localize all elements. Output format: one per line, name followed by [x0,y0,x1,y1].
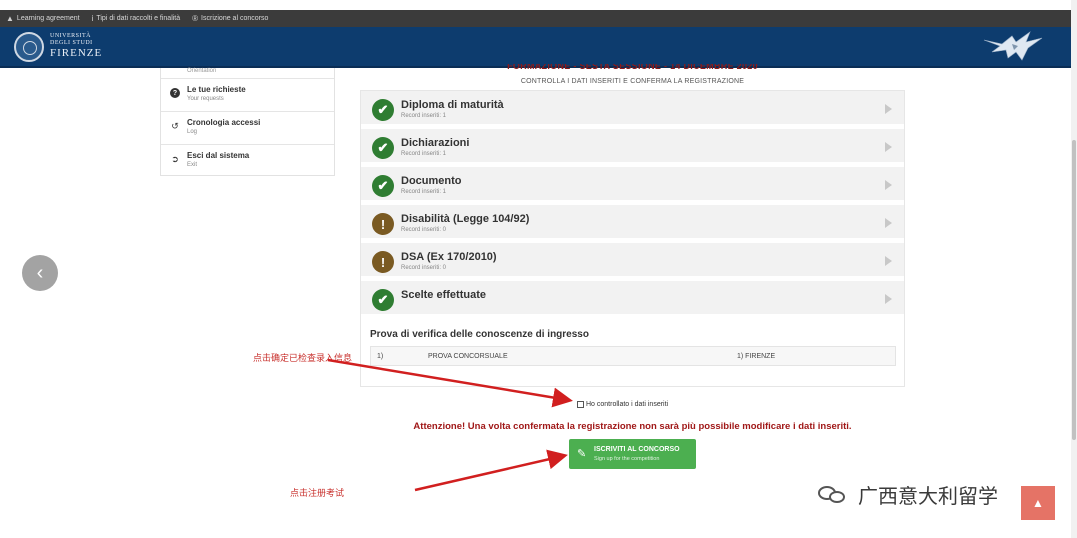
check-icon: ✔ [372,99,394,121]
exam-section-title: Prova di verifica delle conoscenze di in… [370,329,589,340]
page-scrollbar[interactable] [1071,0,1077,538]
caret-right-icon [885,142,892,152]
nav-item-label: Tipi di dati raccolti e finalità [96,15,181,22]
logo-line-3: FIRENZE [50,47,103,59]
nav-item-label: Iscrizione al concorso [201,15,269,22]
carousel-back-button[interactable]: ‹ [22,255,58,291]
annotation-arrow-button [414,449,568,492]
caret-right-icon [885,180,892,190]
sidebar-item-label: Cronologia accessi [187,118,261,127]
sidebar-item-exit[interactable]: ➲ Esci dal sistema Exit [161,145,334,178]
history-icon: ↺ [171,120,179,131]
watermark-text: 广西意大利留学 [858,484,998,508]
question-icon: ? [170,88,180,98]
university-logo-text[interactable]: UNIVERSITÀ DEGLI STUDI FIRENZE [50,33,102,59]
sidebar-item-label: Esci dal sistema [187,151,250,160]
check-icon: ✔ [372,137,394,159]
exclamation-icon: ! [372,213,394,235]
nav-item-registration[interactable]: ® Iscrizione al concorso [192,14,268,23]
section-title: Dichiarazioni [401,137,470,149]
section-choices[interactable]: ✔ Scelte effettuate [361,281,904,316]
sidebar-item-sublabel: Exit [187,162,198,168]
sidebar-item-log[interactable]: ↺ Cronologia accessi Log [161,112,334,145]
annotation-submit-note: 点击注册考试 [290,489,345,499]
button-label: ISCRIVITI AL CONCORSO [594,446,680,453]
annotation-check-note: 点击确定已检查录入信息 [253,354,353,364]
exam-table-row: 1) PROVA CONCORSUALE 1) FIRENZE [370,346,896,366]
caret-right-icon [885,256,892,266]
section-title: Scelte effettuate [401,289,486,301]
sidebar-menu: Orientation ? Le tue richieste Your requ… [160,68,335,176]
section-title: Documento [401,175,462,187]
logo-line-2: DEGLI STUDI [50,40,93,46]
section-title: Diploma di maturità [401,99,504,111]
sidebar-item-requests[interactable]: ? Le tue richieste Your requests [161,79,334,112]
exam-row-number: 1) [377,353,384,360]
sign-out-icon: ➲ [171,153,179,164]
caret-right-icon [885,104,892,114]
caret-right-icon [885,294,892,304]
check-icon: ✔ [372,175,394,197]
university-seal-logo[interactable] [14,32,44,62]
exam-row-name: PROVA CONCORSUALE [428,353,508,360]
check-icon: ✔ [372,289,394,311]
section-title: DSA (Ex 170/2010) [401,251,497,263]
graduation-cap-icon: ▲ [6,14,14,23]
eagle-emblem-icon [983,31,1043,61]
scroll-to-top-button[interactable]: ▲ [1021,486,1055,520]
top-navigation: ▲ Learning agreement i Tipi di dati racc… [0,10,1072,27]
wechat-watermark: 广西意大利留学 [818,480,998,509]
exclamation-icon: ! [372,251,394,273]
sidebar-item-cut-subtitle: Orientation [161,68,334,79]
page-title: FORMAZIONE - SESTA SESSIONE - 14 DICEMBR… [507,64,758,71]
register-competition-button[interactable]: ✎ ISCRIVITI AL CONCORSO Sign up for the … [569,439,696,469]
caret-right-icon [885,218,892,228]
nav-item-data-types[interactable]: i Tipi di dati raccolti e finalità [92,14,181,23]
section-count: Record inseriti: 1 [401,113,447,119]
pencil-icon: ✎ [577,448,587,460]
checkbox-label: Ho controllato i dati inseriti [586,401,669,408]
section-document[interactable]: ✔ Documento Record inseriti: 1 [361,167,904,202]
section-count: Record inseriti: 0 [401,265,447,271]
sidebar-item-sublabel: Your requests [187,96,224,102]
section-diploma[interactable]: ✔ Diploma di maturità Record inseriti: 1 [361,91,904,126]
confirm-data-checkbox[interactable]: Ho controllato i dati inseriti [577,401,668,408]
section-count: Record inseriti: 1 [401,151,447,157]
browser-top-strip [0,0,1072,10]
nav-item-label: Learning agreement [16,15,80,22]
section-title: Disabilità (Legge 104/92) [401,213,530,225]
section-declarations[interactable]: ✔ Dichiarazioni Record inseriti: 1 [361,129,904,164]
info-icon: i [91,14,94,23]
button-sublabel: Sign up for the competition [594,456,660,462]
section-dsa[interactable]: ! DSA (Ex 170/2010) Record inseriti: 0 [361,243,904,278]
wechat-icon [818,484,848,506]
section-count: Record inseriti: 1 [401,189,447,195]
exam-row-location: 1) FIRENZE [737,353,776,360]
summary-panel: ✔ Diploma di maturità Record inseriti: 1… [360,90,905,387]
university-header: UNIVERSITÀ DEGLI STUDI FIRENZE [0,27,1072,68]
page-subtitle: CONTROLLA I DATI INSERITI E CONFERMA LA … [520,78,745,85]
warning-message: Attenzione! Una volta confermata la regi… [413,421,852,432]
scrollbar-thumb[interactable] [1072,140,1076,440]
logo-line-1: UNIVERSITÀ [50,33,91,39]
chevron-left-icon: ‹ [36,261,44,284]
chevron-up-icon: ▲ [1032,496,1044,510]
sidebar-item-label: Le tue richieste [187,85,246,94]
section-disability[interactable]: ! Disabilità (Legge 104/92) Record inser… [361,205,904,240]
nav-item-learning-agreement[interactable]: ▲ Learning agreement [6,14,80,23]
section-count: Record inseriti: 0 [401,227,447,233]
registered-icon: ® [192,14,199,23]
checkbox-box[interactable] [577,401,584,408]
sidebar-item-sublabel: Log [187,129,198,135]
